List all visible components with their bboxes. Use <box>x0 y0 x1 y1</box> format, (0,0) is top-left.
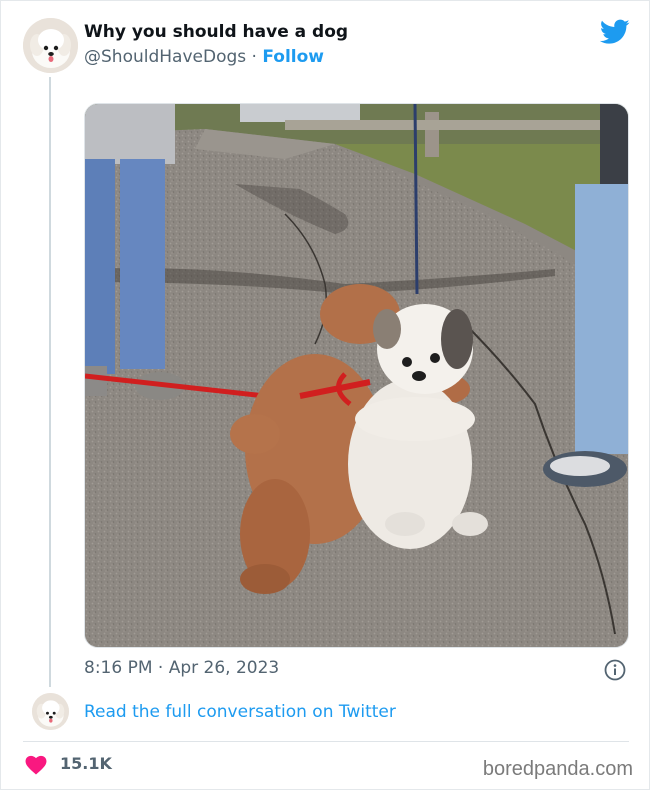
info-icon[interactable] <box>604 659 626 681</box>
tweet-photo[interactable] <box>84 103 629 648</box>
boredpanda-watermark: boredpanda.com <box>482 758 633 780</box>
thread-line <box>49 77 51 687</box>
divider <box>23 741 629 742</box>
user-handle[interactable]: @ShouldHaveDogs <box>84 47 246 67</box>
heart-icon[interactable] <box>25 755 47 775</box>
tweet-card: Why you should have a dog @ShouldHaveDog… <box>0 0 650 790</box>
profile-avatar[interactable] <box>23 18 78 73</box>
follow-button[interactable]: Follow <box>262 47 324 67</box>
handle-separator: · <box>246 47 263 67</box>
twitter-bird-icon[interactable] <box>600 19 630 45</box>
tweet-timestamp[interactable]: 8:16 PM · Apr 26, 2023 <box>84 658 279 678</box>
handle-row: @ShouldHaveDogs · Follow <box>84 47 324 67</box>
like-count: 15.1K <box>60 754 112 773</box>
conversation-avatar[interactable] <box>32 693 69 730</box>
read-conversation-link[interactable]: Read the full conversation on Twitter <box>84 702 396 722</box>
display-name[interactable]: Why you should have a dog <box>84 22 348 42</box>
